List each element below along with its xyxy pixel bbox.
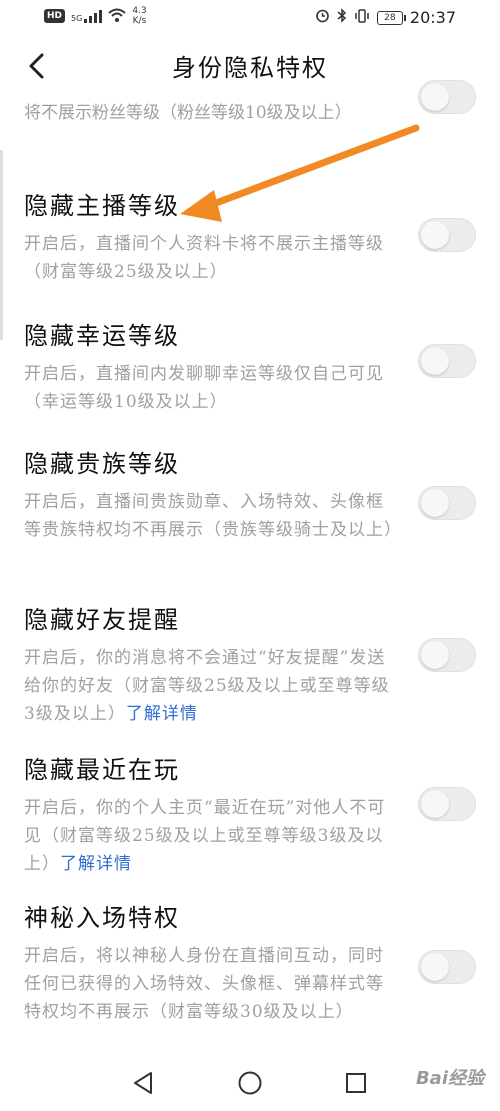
- square-recents-icon: [346, 1073, 366, 1093]
- toggle-hide-noble-level[interactable]: [418, 486, 476, 520]
- scroll-edge: [0, 150, 3, 340]
- toggle-hide-luck-level[interactable]: [418, 344, 476, 378]
- toggle-knob: [421, 790, 449, 818]
- partial-toggle[interactable]: [418, 80, 476, 114]
- bluetooth-icon: [337, 8, 347, 27]
- setting-title: 隐藏主播等级: [24, 192, 180, 220]
- nav-back-button[interactable]: [128, 1068, 158, 1098]
- network-type: 5G: [71, 13, 83, 23]
- setting-desc: 开启后，你的消息将不会通过“好友提醒”发送给你的好友（财富等级25级及以上或至尊…: [24, 644, 399, 728]
- toggle-hide-friend-reminder[interactable]: [418, 638, 476, 672]
- desc-text: 开启后，你的消息将不会通过“好友提醒”发送给你的好友（财富等级25级及以上或至尊…: [24, 648, 390, 724]
- toggle-knob: [421, 347, 449, 375]
- setting-desc: 开启后，直播间贵族勋章、入场特效、头像框等贵族特权均不再展示（贵族等级骑士及以上…: [24, 488, 402, 544]
- setting-desc: 开启后，直播间个人资料卡将不展示主播等级（财富等级25级及以上）: [24, 230, 399, 286]
- partial-setting-desc: 将不展示粉丝等级（粉丝等级10级及以上）: [24, 103, 352, 123]
- toggle-mystery-entrance[interactable]: [418, 950, 476, 984]
- watermark: Bai经验: [415, 1068, 484, 1089]
- toggle-hide-anchor-level[interactable]: [418, 218, 476, 252]
- setting-title: 隐藏最近在玩: [24, 756, 180, 784]
- triangle-back-icon: [134, 1072, 152, 1094]
- setting-title: 隐藏好友提醒: [24, 606, 180, 634]
- nav-recents-button[interactable]: [341, 1068, 371, 1098]
- wifi-icon: [108, 7, 126, 26]
- setting-title: 隐藏贵族等级: [24, 450, 180, 478]
- setting-desc: 开启后，直播间内发聊聊幸运等级仅自己可见（幸运等级10级及以上）: [24, 360, 399, 416]
- toggle-knob: [421, 641, 449, 669]
- toggle-knob: [421, 83, 449, 111]
- toggle-knob: [421, 489, 449, 517]
- setting-desc: 开启后，你的个人主页“最近在玩”对他人不可见（财富等级25级及以上或至尊等级3级…: [24, 794, 399, 878]
- vibrate-icon: [354, 8, 370, 27]
- system-nav-bar: Bai经验: [0, 1050, 500, 1111]
- desc-text: 开启后，直播间贵族勋章、入场特效、头像框等贵族特权均不再展示（贵族等级骑士及以上…: [24, 492, 402, 540]
- toggle-knob: [421, 221, 449, 249]
- desc-text: 开启后，将以神秘人身份在直播间互动，同时任何已获得的入场特效、头像框、弹幕样式等…: [24, 946, 384, 1022]
- learn-more-link[interactable]: 了解详情: [126, 704, 198, 724]
- setting-title: 神秘入场特权: [24, 904, 180, 932]
- desc-text: 开启后，直播间内发聊聊幸运等级仅自己可见（幸运等级10级及以上）: [24, 364, 384, 412]
- signal-icon: 5G: [71, 9, 103, 23]
- status-bar: HD 5G 4.3 K/s 28 20:37: [0, 0, 500, 34]
- speed-value: 4.3: [132, 6, 147, 16]
- clock: 20:37: [409, 8, 456, 27]
- setting-desc: 开启后，将以神秘人身份在直播间互动，同时任何已获得的入场特效、头像框、弹幕样式等…: [24, 942, 399, 1026]
- learn-more-link[interactable]: 了解详情: [60, 854, 132, 874]
- network-speed: 4.3 K/s: [132, 6, 146, 26]
- toggle-knob: [421, 953, 449, 981]
- page-title: 身份隐私特权: [172, 54, 328, 82]
- circle-home-icon: [238, 1071, 262, 1095]
- hd-badge: HD: [44, 9, 66, 23]
- setting-title: 隐藏幸运等级: [24, 322, 180, 350]
- battery-icon: 28: [376, 10, 406, 25]
- alarm-icon: [315, 8, 330, 27]
- toggle-hide-recently-played[interactable]: [418, 787, 476, 821]
- speed-unit: K/s: [132, 16, 147, 26]
- desc-text: 开启后，直播间个人资料卡将不展示主播等级（财富等级25级及以上）: [24, 234, 384, 282]
- nav-home-button[interactable]: [235, 1068, 265, 1098]
